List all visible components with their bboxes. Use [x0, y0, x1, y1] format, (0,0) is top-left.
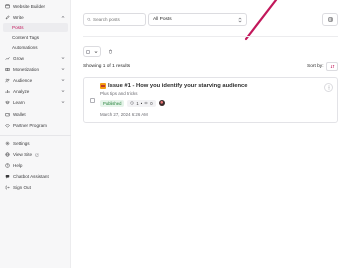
sidebar-item-view-site[interactable]: View Site	[3, 150, 68, 159]
post-actions-button[interactable]	[324, 83, 333, 92]
trend-icon	[5, 56, 10, 61]
sidebar-divider	[0, 135, 71, 136]
chart-icon	[5, 89, 10, 94]
sidebar-item-label: Website Builder	[13, 4, 46, 9]
chevron-down-icon	[94, 50, 98, 53]
post-subtitle: Plus tips and tricks	[100, 91, 138, 96]
sidebar-item-automations[interactable]: Automations	[3, 43, 68, 52]
post-filter-value: All Posts	[153, 17, 172, 22]
sort-icon	[330, 64, 334, 69]
sidebar-item-label: Help	[13, 163, 23, 168]
chatbot-icon	[5, 174, 10, 179]
sidebar-item-grow[interactable]: Grow	[3, 54, 68, 63]
money-icon	[5, 67, 10, 72]
post-select-checkbox[interactable]	[90, 98, 95, 103]
post-date: March 27, 2024 6:26 AM	[100, 112, 148, 117]
delete-button[interactable]	[106, 47, 115, 56]
sidebar-item-label: Write	[13, 15, 24, 20]
more-vertical-icon	[328, 85, 329, 90]
sidebar-item-settings[interactable]: Settings	[3, 139, 68, 148]
chevron-up-down-icon	[238, 17, 242, 23]
author-avatar	[158, 100, 165, 106]
view-toggle-button[interactable]	[322, 13, 338, 26]
chevron-up-icon	[61, 16, 65, 18]
results-summary: Showing 1 of 1 results	[83, 64, 131, 69]
partner-icon	[5, 123, 10, 128]
sidebar-item-write[interactable]: Write	[3, 13, 68, 22]
post-filter-select[interactable]: All Posts	[148, 13, 247, 26]
select-all-checkbox[interactable]	[86, 49, 90, 54]
sidebar-item-partner-program[interactable]: Partner Program	[3, 121, 68, 130]
sidebar-item-label: Automations	[12, 45, 38, 50]
sidebar-item-help[interactable]: Help	[3, 161, 68, 170]
sidebar-item-label: Posts	[12, 25, 24, 30]
toolbar-divider	[83, 36, 338, 37]
help-icon	[5, 163, 10, 168]
sidebar-item-label: View Site	[13, 152, 33, 157]
search-field[interactable]	[83, 13, 146, 26]
gear-icon	[5, 141, 10, 146]
post-title-text: Issue #1 - How you identify your starvin…	[108, 83, 248, 89]
bulk-select-dropdown[interactable]	[83, 46, 101, 57]
post-meta: Published 1 • 0	[100, 99, 165, 107]
eye-icon	[144, 101, 149, 105]
search-input[interactable]	[93, 17, 145, 22]
sidebar-item-label: Partner Program	[13, 123, 47, 128]
post-stats: 1 • 0	[127, 99, 156, 107]
sidebar-item-label: Grow	[13, 56, 24, 61]
chevron-down-icon	[61, 68, 65, 70]
post-card[interactable]: Issue #1 - How you identify your starvin…	[83, 77, 338, 123]
post-title[interactable]: Issue #1 - How you identify your starvin…	[100, 83, 247, 89]
learn-icon	[5, 100, 10, 105]
sidebar-item-label: Wallet	[13, 112, 26, 117]
trash-icon	[109, 49, 112, 54]
sidebar-item-posts[interactable]: Posts	[3, 23, 68, 32]
sidebar-item-label: Settings	[13, 141, 30, 146]
status-badge: Published	[100, 99, 125, 107]
clock-icon	[130, 101, 135, 105]
sidebar-item-learn[interactable]: Learn	[3, 98, 68, 107]
sidebar-item-label: Content Tags	[12, 35, 39, 40]
chevron-down-icon	[61, 90, 65, 92]
sidebar-item-monetization[interactable]: Monetization	[3, 65, 68, 74]
chevron-down-icon	[61, 101, 65, 103]
sidebar-item-sign-out[interactable]: Sign Out	[3, 183, 68, 192]
globe-icon	[5, 152, 10, 157]
sidebar: Website Builder Write Posts Content Tags…	[0, 0, 71, 268]
sidebar-item-label: Analyze	[13, 89, 30, 94]
sort-button[interactable]	[326, 62, 338, 71]
post-stat-a: 1	[136, 100, 139, 106]
sidebar-item-label: Chatbot Assistant	[13, 174, 49, 179]
sidebar-item-website-builder[interactable]: Website Builder	[3, 2, 68, 11]
sidebar-item-content-tags[interactable]: Content Tags	[3, 33, 68, 42]
chevron-down-icon	[61, 79, 65, 81]
sign-out-icon	[5, 185, 10, 190]
sidebar-item-wallet[interactable]: Wallet	[3, 110, 68, 119]
post-emoji-icon	[100, 83, 106, 89]
search-icon	[87, 17, 91, 22]
stat-separator: •	[140, 100, 143, 106]
chevron-down-icon	[61, 57, 65, 59]
post-stat-b: 0	[150, 100, 153, 106]
people-icon	[5, 78, 10, 83]
sidebar-item-chatbot-assistant[interactable]: Chatbot Assistant	[3, 172, 68, 181]
pen-icon	[5, 15, 10, 20]
sidebar-item-audience[interactable]: Audience	[3, 76, 68, 85]
wallet-icon	[5, 112, 10, 117]
columns-icon	[327, 17, 333, 22]
external-link-icon	[35, 153, 39, 156]
sort-by-label: Sort by:	[307, 64, 324, 69]
sidebar-item-label: Sign Out	[13, 185, 31, 190]
sidebar-item-label: Monetization	[13, 67, 40, 72]
sidebar-item-analyze[interactable]: Analyze	[3, 87, 68, 96]
website-builder-icon	[5, 4, 10, 9]
sidebar-item-label: Audience	[13, 78, 33, 83]
sidebar-item-label: Learn	[13, 100, 25, 105]
